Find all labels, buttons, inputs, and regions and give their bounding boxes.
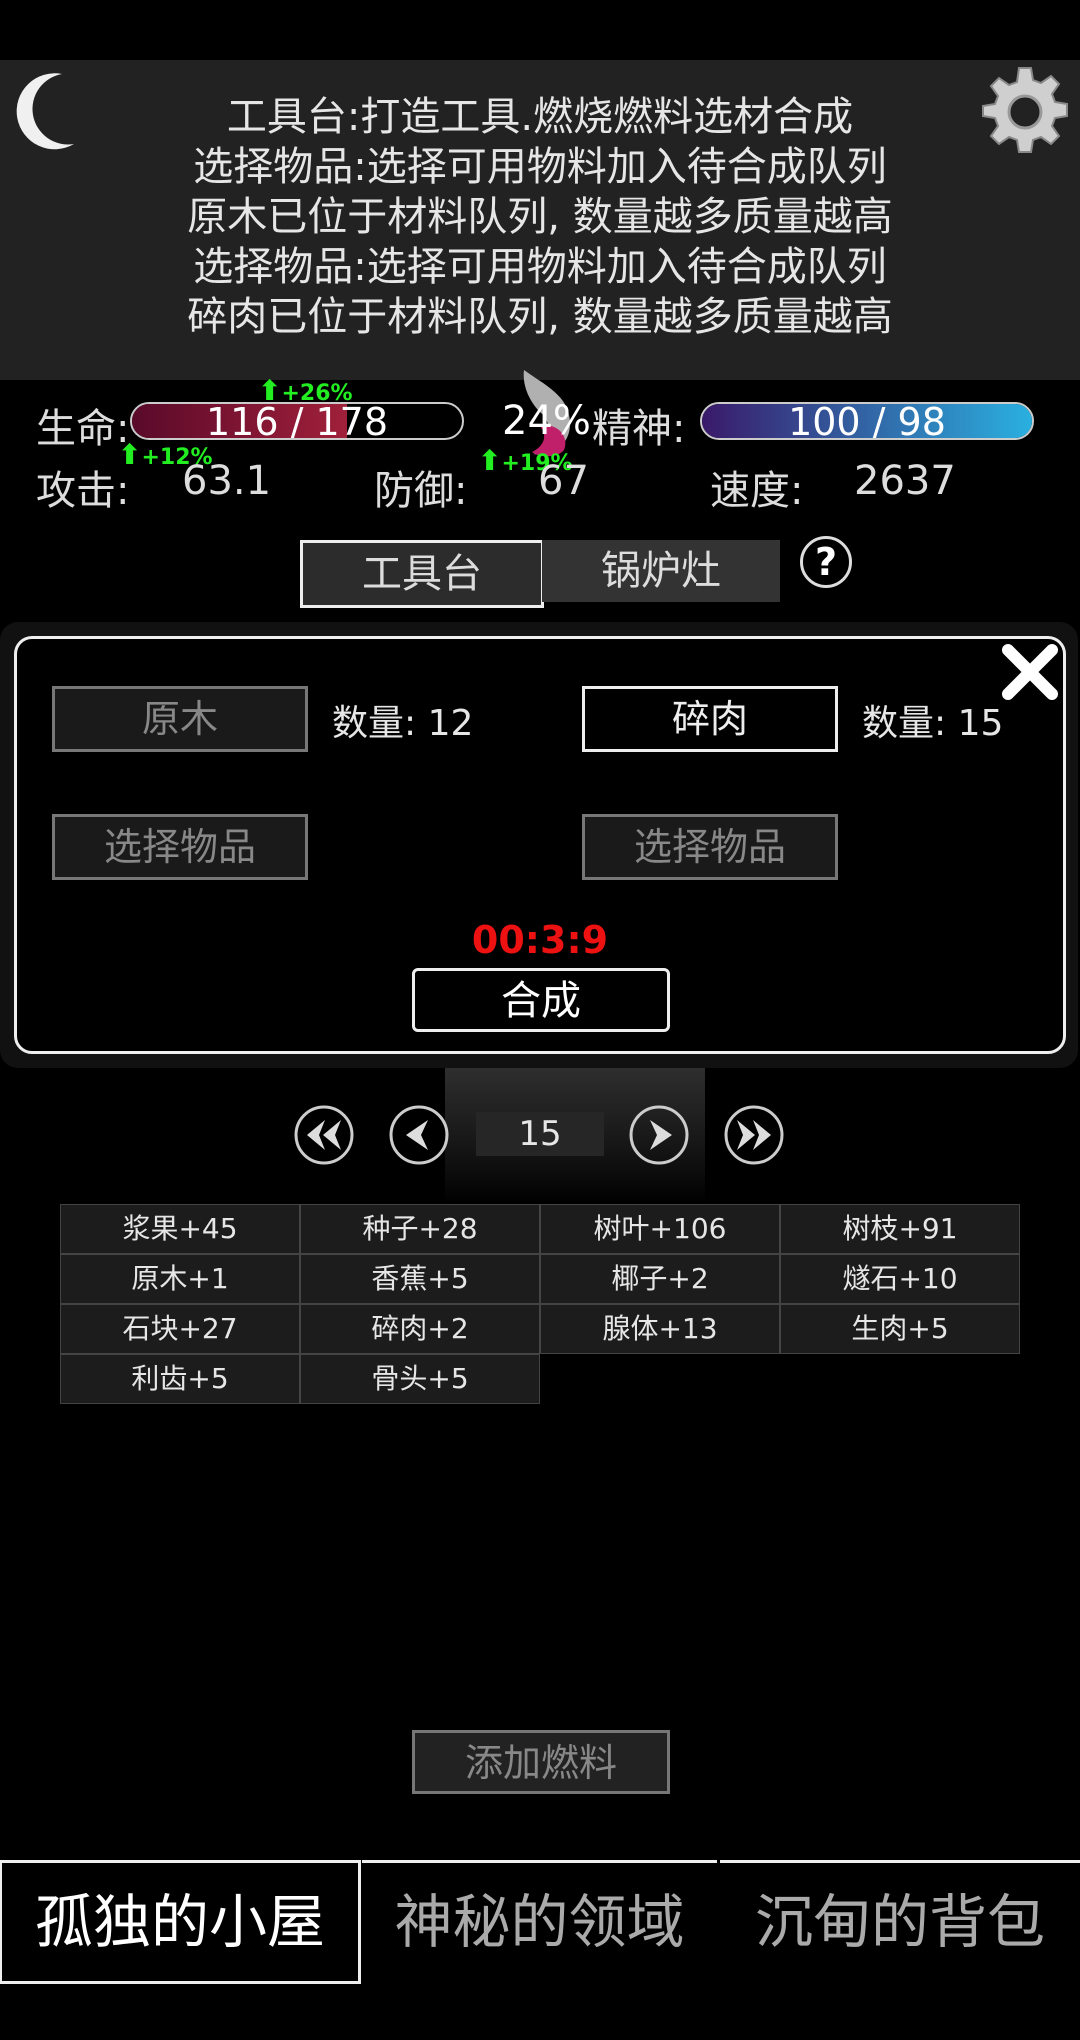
inventory-item[interactable]: 碎肉+2 bbox=[300, 1304, 540, 1354]
attack-value: 63.1 bbox=[182, 458, 272, 504]
speed-value: 2637 bbox=[854, 458, 956, 504]
help-icon[interactable]: ? bbox=[800, 536, 852, 588]
page-number: 15 bbox=[476, 1112, 604, 1156]
material-slot-1[interactable]: 原木 bbox=[52, 686, 308, 752]
inventory-item[interactable]: 骨头+5 bbox=[300, 1354, 540, 1404]
select-item-slot-2[interactable]: 选择物品 bbox=[582, 814, 838, 880]
log-line: 碎肉已位于材料队列, 数量越多质量越高 bbox=[187, 294, 893, 340]
log-line: 选择物品:选择可用物料加入待合成队列 bbox=[193, 144, 887, 190]
attack-label: 攻击: bbox=[36, 468, 130, 514]
first-page-icon[interactable] bbox=[293, 1104, 355, 1166]
life-label: 生命: bbox=[36, 406, 130, 452]
life-value: 116 / 178 bbox=[205, 402, 389, 440]
life-bar: 116 / 178 bbox=[130, 402, 464, 440]
inventory-item[interactable]: 利齿+5 bbox=[60, 1354, 300, 1404]
inventory-item[interactable]: 燧石+10 bbox=[780, 1254, 1020, 1304]
craft-timer: 00:3:9 bbox=[471, 918, 609, 962]
material-quantity-1: 数量: 12 bbox=[332, 703, 474, 744]
spirit-value: 100 / 98 bbox=[788, 402, 946, 440]
nav-lonely-cabin[interactable]: 孤独的小屋 bbox=[0, 1860, 361, 1984]
add-fuel-button[interactable]: 添加燃料 bbox=[412, 1730, 670, 1794]
moon-icon[interactable] bbox=[10, 70, 90, 150]
inventory-item[interactable]: 种子+28 bbox=[300, 1204, 540, 1254]
inventory-item[interactable]: 生肉+5 bbox=[780, 1304, 1020, 1354]
inventory-item[interactable]: 石块+27 bbox=[60, 1304, 300, 1354]
inventory-item[interactable]: 树叶+106 bbox=[540, 1204, 780, 1254]
inventory-item[interactable]: 树枝+91 bbox=[780, 1204, 1020, 1254]
last-page-icon[interactable] bbox=[723, 1104, 785, 1166]
tab-workbench[interactable]: 工具台 bbox=[300, 540, 544, 608]
life-bonus-text: +26% bbox=[281, 381, 353, 406]
material-slot-2[interactable]: 碎肉 bbox=[582, 686, 838, 752]
defense-value: 67 bbox=[538, 458, 589, 504]
inventory-item[interactable]: 腺体+13 bbox=[540, 1304, 780, 1354]
defense-label: 防御: bbox=[374, 468, 468, 514]
nav-heavy-backpack[interactable]: 沉甸的背包 bbox=[720, 1860, 1080, 1981]
life-bonus: ⬆+26% bbox=[258, 374, 353, 407]
up-arrow-icon: ⬆ bbox=[478, 444, 502, 477]
gear-icon[interactable] bbox=[975, 62, 1075, 162]
log-line: 原木已位于材料队列, 数量越多质量越高 bbox=[187, 194, 893, 240]
message-log: 工具台:打造工具.燃烧燃料选材合成 选择物品:选择可用物料加入待合成队列 原木已… bbox=[0, 60, 1080, 380]
inventory-item[interactable]: 浆果+45 bbox=[60, 1204, 300, 1254]
inventory-item[interactable]: 香蕉+5 bbox=[300, 1254, 540, 1304]
speed-label: 速度: bbox=[710, 468, 804, 514]
prev-page-icon[interactable] bbox=[388, 1104, 450, 1166]
synthesize-button[interactable]: 合成 bbox=[412, 968, 670, 1032]
tab-furnace[interactable]: 锅炉灶 bbox=[542, 540, 780, 602]
percent-value: 24% bbox=[502, 398, 591, 444]
inventory-item[interactable]: 椰子+2 bbox=[540, 1254, 780, 1304]
spirit-label: 精神: bbox=[592, 406, 686, 452]
log-line: 工具台:打造工具.燃烧燃料选材合成 bbox=[226, 94, 854, 140]
close-icon[interactable] bbox=[998, 640, 1062, 704]
next-page-icon[interactable] bbox=[628, 1104, 690, 1166]
material-quantity-2: 数量: 15 bbox=[862, 703, 1004, 744]
nav-mysterious-realm[interactable]: 神秘的领域 bbox=[362, 1860, 717, 1981]
spirit-bar: 100 / 98 bbox=[700, 402, 1034, 440]
inventory-item[interactable]: 原木+1 bbox=[60, 1254, 300, 1304]
up-arrow-icon: ⬆ bbox=[258, 374, 282, 407]
select-item-slot-1[interactable]: 选择物品 bbox=[52, 814, 308, 880]
log-line: 选择物品:选择可用物料加入待合成队列 bbox=[193, 244, 887, 290]
